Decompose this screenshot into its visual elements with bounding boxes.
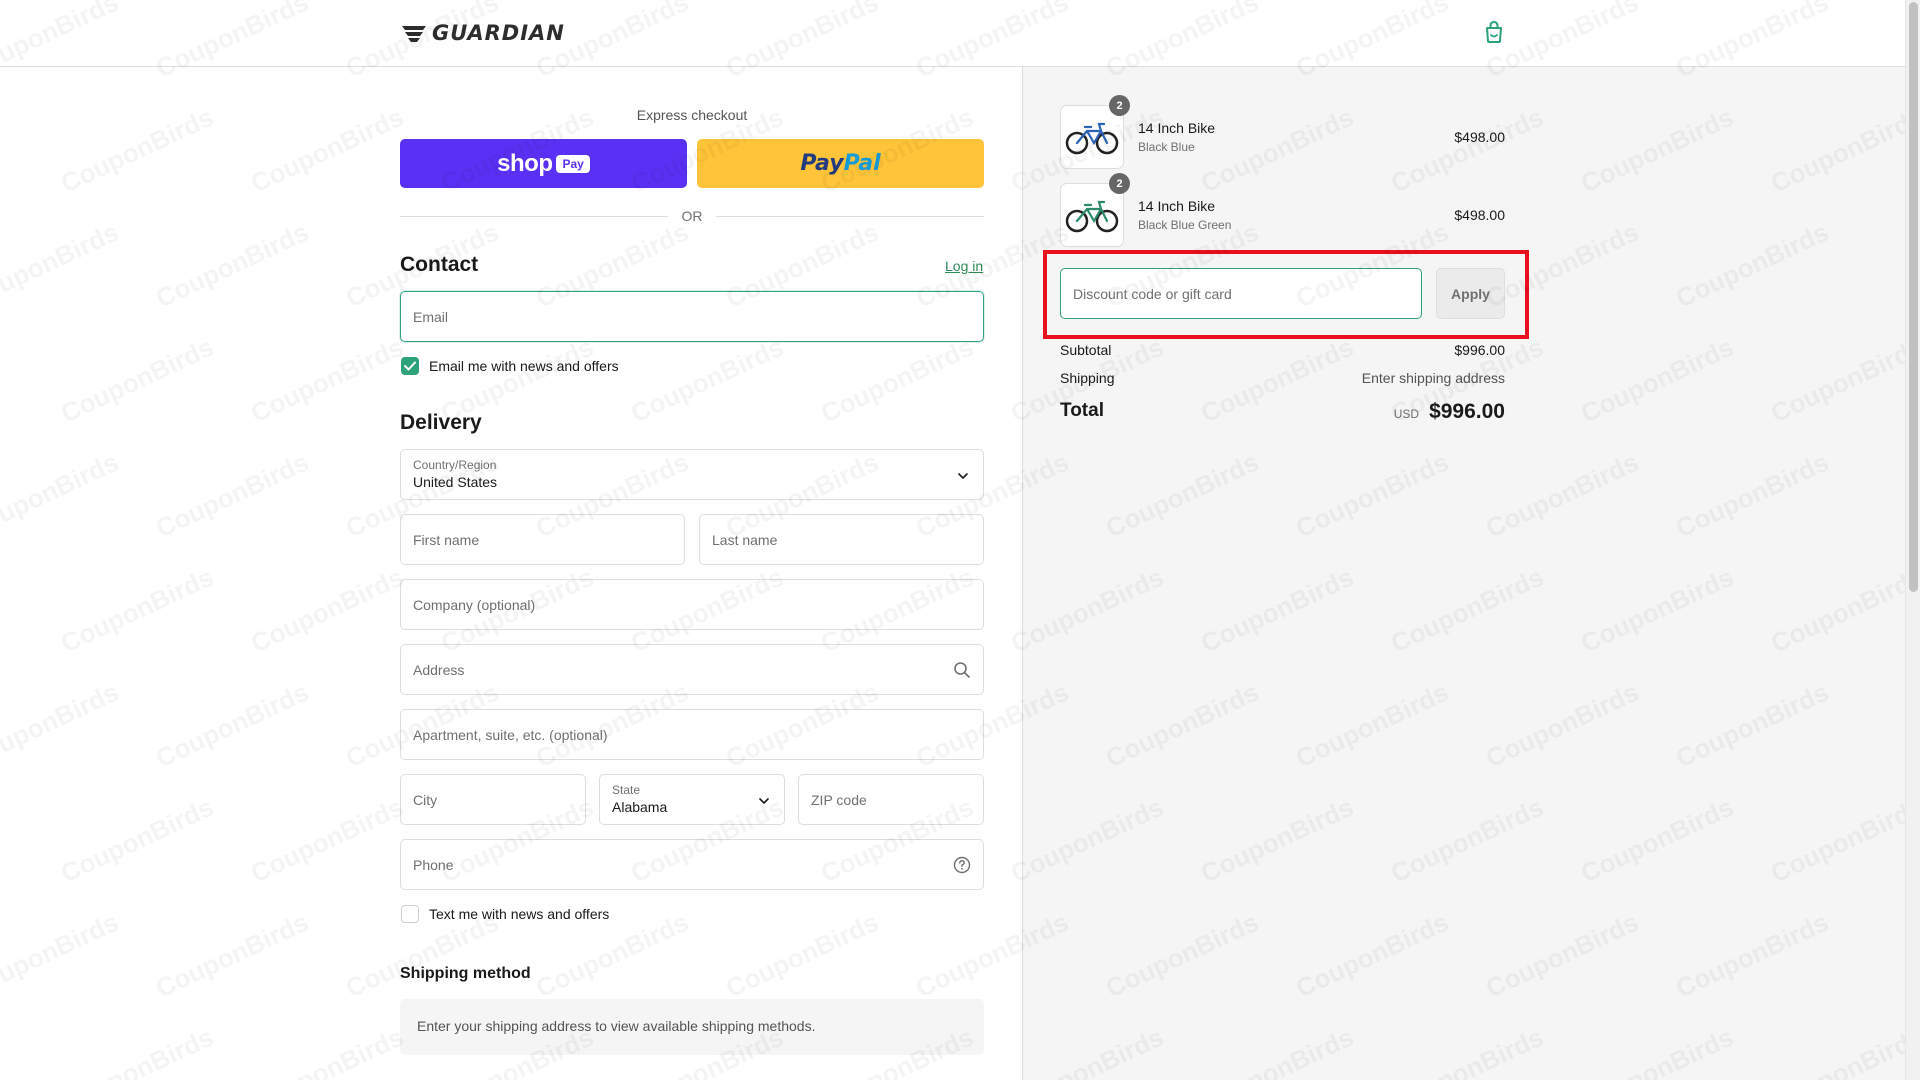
shop-pay-wordmark: shop bbox=[497, 149, 553, 177]
logo-wing-icon bbox=[402, 26, 426, 42]
paypal-wordmark: PayPal bbox=[800, 151, 881, 176]
search-icon bbox=[954, 662, 970, 678]
chevron-down-icon bbox=[958, 473, 968, 480]
bicycle-icon bbox=[1065, 122, 1119, 155]
discount-code-input[interactable] bbox=[1061, 269, 1421, 318]
email-field[interactable] bbox=[400, 291, 984, 342]
last-name-input[interactable] bbox=[700, 515, 983, 564]
shipping-method-heading: Shipping method bbox=[400, 965, 531, 982]
shipping-row: Shipping Enter shipping address bbox=[1060, 370, 1505, 388]
chevron-down-icon bbox=[759, 798, 769, 805]
apartment-field[interactable] bbox=[400, 709, 984, 760]
shop-pay-pill: Pay bbox=[556, 154, 590, 173]
quantity-badge: 2 bbox=[1109, 173, 1130, 194]
currency-code: USD bbox=[1393, 407, 1420, 421]
checkout-form-panel: Express checkout shop Pay PayPal OR Cont… bbox=[0, 67, 1022, 1080]
shipping-value: Enter shipping address bbox=[1361, 370, 1505, 386]
total-value: $996.00 bbox=[1429, 400, 1505, 423]
item-name: 14 Inch Bike bbox=[1138, 198, 1216, 214]
address-field[interactable] bbox=[400, 644, 984, 695]
page-scrollbar[interactable] bbox=[1905, 0, 1920, 1080]
email-news-label: Email me with news and offers bbox=[429, 358, 619, 374]
item-name: 14 Inch Bike bbox=[1138, 120, 1216, 136]
text-news-option[interactable]: Text me with news and offers bbox=[401, 905, 609, 923]
delivery-heading: Delivery bbox=[400, 411, 482, 434]
state-select[interactable]: State Alabama bbox=[599, 774, 785, 825]
site-header: GUARDIAN bbox=[0, 0, 1905, 67]
item-variant: Black Blue bbox=[1138, 140, 1195, 154]
subtotal-label: Subtotal bbox=[1060, 342, 1112, 358]
shopping-bag-icon[interactable] bbox=[1483, 20, 1505, 44]
company-field[interactable] bbox=[400, 579, 984, 630]
country-label: Country/Region bbox=[413, 458, 497, 472]
logo-text: GUARDIAN bbox=[432, 21, 565, 45]
contact-heading: Contact bbox=[400, 253, 479, 276]
email-news-option[interactable]: Email me with news and offers bbox=[401, 357, 619, 375]
item-price: $498.00 bbox=[1454, 207, 1505, 223]
last-name-field[interactable] bbox=[699, 514, 984, 565]
total-row: Total USD $996.00 bbox=[1060, 400, 1505, 428]
or-text: OR bbox=[681, 208, 703, 224]
checkmark-icon bbox=[404, 361, 416, 371]
city-input[interactable] bbox=[401, 775, 585, 824]
express-checkout-title: Express checkout bbox=[636, 107, 748, 123]
item-price: $498.00 bbox=[1454, 129, 1505, 145]
apartment-input[interactable] bbox=[401, 710, 983, 759]
company-input[interactable] bbox=[401, 580, 983, 629]
state-label: State bbox=[612, 783, 641, 797]
subtotal-row: Subtotal $996.00 bbox=[1060, 342, 1505, 360]
shipping-method-notice: Enter your shipping address to view avai… bbox=[400, 999, 984, 1055]
item-variant: Black Blue Green bbox=[1138, 218, 1232, 232]
shop-pay-button[interactable]: shop Pay bbox=[400, 139, 687, 188]
subtotal-value: $996.00 bbox=[1454, 342, 1505, 358]
quantity-badge: 2 bbox=[1109, 95, 1130, 116]
bicycle-icon bbox=[1065, 200, 1119, 233]
state-value: Alabama bbox=[612, 799, 668, 815]
first-name-input[interactable] bbox=[401, 515, 684, 564]
city-field[interactable] bbox=[400, 774, 586, 825]
shipping-label: Shipping bbox=[1060, 370, 1115, 386]
text-news-checkbox[interactable] bbox=[401, 905, 419, 923]
zip-field[interactable] bbox=[798, 774, 984, 825]
scrollbar-thumb[interactable] bbox=[1909, 2, 1918, 592]
text-news-label: Text me with news and offers bbox=[429, 906, 610, 922]
line-item: 2 14 Inch Bike Black Blue Green $498.00 bbox=[1060, 173, 1505, 247]
address-input[interactable] bbox=[401, 645, 983, 694]
login-link[interactable]: Log in bbox=[945, 258, 983, 274]
zip-input[interactable] bbox=[799, 775, 983, 824]
first-name-field[interactable] bbox=[400, 514, 685, 565]
total-label: Total bbox=[1060, 400, 1104, 421]
apply-discount-button[interactable]: Apply bbox=[1436, 268, 1505, 319]
paypal-button[interactable]: PayPal bbox=[697, 139, 984, 188]
email-input[interactable] bbox=[401, 292, 983, 341]
phone-field[interactable] bbox=[400, 839, 984, 890]
line-item: 2 14 Inch Bike Black Blue $498.00 bbox=[1060, 95, 1505, 169]
country-select[interactable]: Country/Region United States bbox=[400, 449, 984, 500]
email-news-checkbox[interactable] bbox=[401, 357, 419, 375]
country-value: United States bbox=[413, 474, 498, 490]
discount-code-field[interactable] bbox=[1060, 268, 1422, 319]
guardian-logo[interactable]: GUARDIAN bbox=[400, 20, 565, 46]
phone-input[interactable] bbox=[401, 840, 983, 889]
help-circle-icon[interactable] bbox=[953, 856, 971, 874]
or-divider: OR bbox=[400, 207, 984, 227]
